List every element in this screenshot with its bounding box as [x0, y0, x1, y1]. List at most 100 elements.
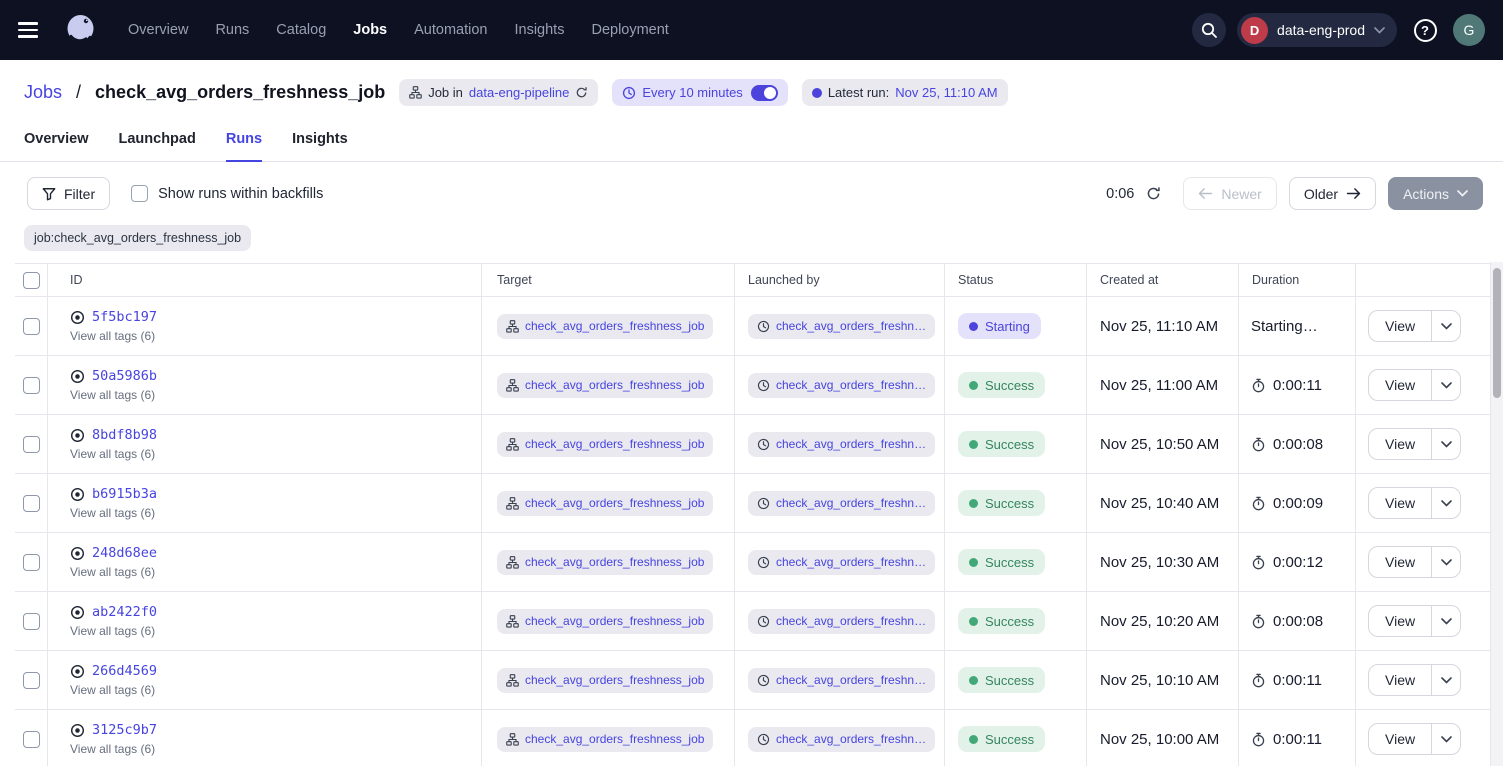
view-all-tags-link[interactable]: View all tags (6) [70, 565, 155, 579]
run-id-link[interactable]: 50a5986b [92, 368, 157, 384]
job-icon [506, 674, 519, 687]
launched-by-chip[interactable]: check_avg_orders_freshn… [748, 373, 935, 398]
older-button[interactable]: Older [1289, 177, 1376, 210]
tab-insights[interactable]: Insights [292, 131, 348, 162]
view-run-button[interactable]: View [1369, 606, 1431, 636]
view-run-button[interactable]: View [1369, 370, 1431, 400]
view-run-button[interactable]: View [1369, 488, 1431, 518]
user-avatar[interactable]: G [1453, 14, 1485, 46]
run-target-icon [70, 546, 85, 561]
nav-link-jobs[interactable]: Jobs [353, 22, 387, 38]
reload-location-icon[interactable] [575, 86, 588, 99]
arrow-left-icon [1198, 188, 1213, 199]
help-button[interactable]: ? [1408, 13, 1442, 47]
view-dropdown-button[interactable] [1431, 606, 1460, 636]
status-dot-icon [969, 440, 978, 449]
view-all-tags-link[interactable]: View all tags (6) [70, 683, 155, 697]
nav-link-insights[interactable]: Insights [514, 22, 564, 38]
run-id-link[interactable]: 248d68ee [92, 545, 157, 561]
latest-run-link[interactable]: Nov 25, 11:10 AM [895, 85, 997, 100]
target-chip[interactable]: check_avg_orders_freshness_job [497, 373, 713, 398]
view-dropdown-button[interactable] [1431, 665, 1460, 695]
launched-by-chip[interactable]: check_avg_orders_freshn… [748, 609, 935, 634]
target-chip[interactable]: check_avg_orders_freshness_job [497, 432, 713, 457]
view-dropdown-button[interactable] [1431, 488, 1460, 518]
run-id-link[interactable]: 8bdf8b98 [92, 427, 157, 443]
search-button[interactable] [1192, 13, 1226, 47]
run-id-link[interactable]: 266d4569 [92, 663, 157, 679]
runs-toolbar: Filter Show runs within backfills 0:06 N… [0, 162, 1503, 224]
org-selector[interactable]: D data-eng-prod [1237, 13, 1397, 47]
launched-by-chip[interactable]: check_avg_orders_freshn… [748, 432, 935, 457]
dagster-logo-icon[interactable] [62, 11, 100, 49]
row-checkbox[interactable] [23, 672, 40, 689]
tab-launchpad[interactable]: Launchpad [119, 131, 196, 162]
nav-link-automation[interactable]: Automation [414, 22, 487, 38]
breadcrumb-jobs-link[interactable]: Jobs [24, 82, 62, 103]
target-chip[interactable]: check_avg_orders_freshness_job [497, 727, 713, 752]
view-all-tags-link[interactable]: View all tags (6) [70, 447, 155, 461]
view-dropdown-button[interactable] [1431, 370, 1460, 400]
run-id-link[interactable]: 3125c9b7 [92, 722, 157, 738]
view-run-button[interactable]: View [1369, 547, 1431, 577]
target-chip[interactable]: check_avg_orders_freshness_job [497, 550, 713, 575]
filter-button[interactable]: Filter [27, 177, 110, 210]
actions-button[interactable]: Actions [1388, 177, 1483, 210]
run-id-link[interactable]: ab2422f0 [92, 604, 157, 620]
view-dropdown-button[interactable] [1431, 547, 1460, 577]
view-run-button[interactable]: View [1369, 724, 1431, 754]
row-checkbox[interactable] [23, 495, 40, 512]
view-dropdown-button[interactable] [1431, 311, 1460, 341]
schedule-toggle[interactable] [751, 85, 778, 101]
backfills-checkbox[interactable] [131, 185, 148, 202]
job-filter-tag[interactable]: job:check_avg_orders_freshness_job [24, 225, 251, 251]
chevron-down-icon [1441, 677, 1452, 684]
newer-button[interactable]: Newer [1183, 177, 1276, 210]
scrollbar-thumb[interactable] [1493, 268, 1501, 398]
nav-links: Overview Runs Catalog Jobs Automation In… [128, 22, 669, 38]
select-all-checkbox[interactable] [23, 272, 40, 289]
view-run-button[interactable]: View [1369, 665, 1431, 695]
run-target-icon [70, 487, 85, 502]
view-run-button[interactable]: View [1369, 311, 1431, 341]
row-checkbox[interactable] [23, 554, 40, 571]
view-all-tags-link[interactable]: View all tags (6) [70, 388, 155, 402]
row-checkbox[interactable] [23, 613, 40, 630]
launched-by-chip[interactable]: check_avg_orders_freshn… [748, 668, 935, 693]
status-label: Success [985, 732, 1034, 747]
nav-link-deployment[interactable]: Deployment [591, 22, 668, 38]
target-chip[interactable]: check_avg_orders_freshness_job [497, 668, 713, 693]
row-checkbox[interactable] [23, 436, 40, 453]
view-split-button: View [1368, 723, 1461, 755]
view-run-button[interactable]: View [1369, 429, 1431, 459]
nav-link-runs[interactable]: Runs [215, 22, 249, 38]
refresh-icon[interactable] [1146, 186, 1161, 201]
view-all-tags-link[interactable]: View all tags (6) [70, 742, 155, 756]
launched-by-chip[interactable]: check_avg_orders_freshn… [748, 550, 935, 575]
target-chip[interactable]: check_avg_orders_freshness_job [497, 314, 713, 339]
launched-by-chip[interactable]: check_avg_orders_freshn… [748, 314, 935, 339]
created-at: Nov 25, 10:00 AM [1087, 710, 1239, 766]
run-id-link[interactable]: b6915b3a [92, 486, 157, 502]
tab-overview[interactable]: Overview [24, 131, 89, 162]
row-checkbox[interactable] [23, 377, 40, 394]
tab-runs[interactable]: Runs [226, 131, 262, 162]
target-chip[interactable]: check_avg_orders_freshness_job [497, 609, 713, 634]
row-checkbox[interactable] [23, 318, 40, 335]
view-dropdown-button[interactable] [1431, 429, 1460, 459]
launched-by-chip[interactable]: check_avg_orders_freshn… [748, 491, 935, 516]
target-chip[interactable]: check_avg_orders_freshness_job [497, 491, 713, 516]
pipeline-link[interactable]: data-eng-pipeline [469, 85, 569, 100]
view-dropdown-button[interactable] [1431, 724, 1460, 754]
duration-label: 0:00:12 [1273, 554, 1323, 571]
run-id-link[interactable]: 5f5bc197 [92, 309, 157, 325]
target-chip-label: check_avg_orders_freshness_job [525, 732, 704, 746]
nav-link-catalog[interactable]: Catalog [276, 22, 326, 38]
view-all-tags-link[interactable]: View all tags (6) [70, 329, 155, 343]
launched-by-chip[interactable]: check_avg_orders_freshn… [748, 727, 935, 752]
hamburger-menu-icon[interactable] [16, 14, 48, 46]
row-checkbox[interactable] [23, 731, 40, 748]
nav-link-overview[interactable]: Overview [128, 22, 188, 38]
view-all-tags-link[interactable]: View all tags (6) [70, 506, 155, 520]
view-all-tags-link[interactable]: View all tags (6) [70, 624, 155, 638]
